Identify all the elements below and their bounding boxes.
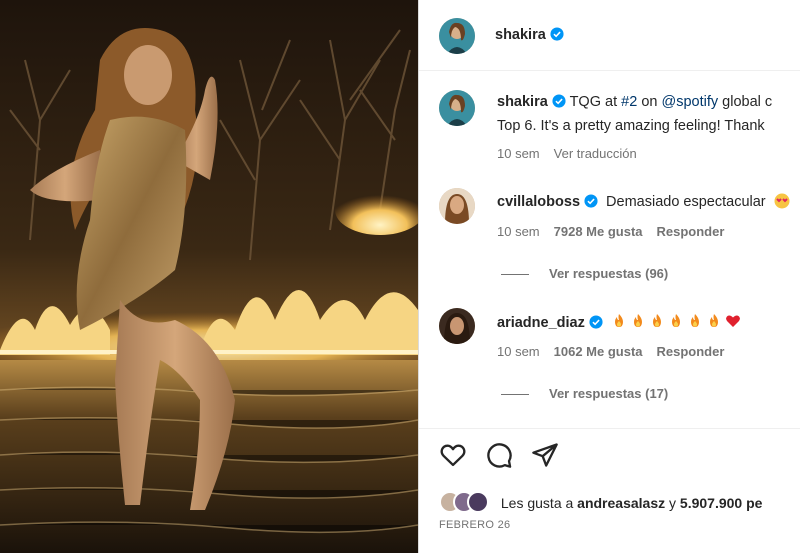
likes-summary: Les gusta a andreasalasz y 5.907.900 pe [439, 491, 762, 513]
caption-line2: Top 6. It's a pretty amazing feeling! Th… [497, 118, 765, 134]
caption-text-c: global c [718, 94, 773, 110]
author-avatar[interactable] [439, 18, 475, 54]
translate-link[interactable]: Ver traducción [554, 146, 637, 161]
comment-username[interactable]: ariadne_diaz [497, 315, 585, 331]
red-heart-emoji-icon [725, 315, 740, 327]
comments-panel: shakira shakira TQG at #2 on @spotify gl… [419, 0, 800, 553]
comment-meta: 10 sem 7928 Me gusta Responder [497, 224, 738, 239]
view-replies-label: Ver respuestas (17) [549, 386, 669, 401]
reply-button[interactable]: Responder [657, 224, 725, 239]
emoji-row [611, 313, 744, 333]
view-replies-label: Ver respuestas (96) [549, 266, 669, 281]
comment-likes[interactable]: 1062 Me gusta [554, 344, 643, 359]
caption-hashtag[interactable]: #2 [621, 94, 637, 110]
fire-emoji-icon [671, 314, 680, 327]
verified-badge-icon [552, 94, 566, 108]
comment-avatar[interactable] [439, 308, 475, 344]
fire-emoji-icon [652, 314, 661, 327]
caption-mention[interactable]: @spotify [661, 94, 718, 110]
post-date[interactable]: FEBRERO 26 [439, 519, 510, 531]
replies-dash [501, 274, 529, 276]
caption-line1: shakira TQG at #2 on @spotify global c [497, 94, 772, 110]
author-username[interactable]: shakira [495, 27, 546, 43]
caption-time[interactable]: 10 sem [497, 146, 540, 161]
post-header: shakira [419, 0, 800, 71]
reply-button[interactable]: Responder [657, 344, 725, 359]
caption-username[interactable]: shakira [497, 94, 548, 110]
likes-prefix: Les gusta a [500, 495, 578, 511]
heart-icon[interactable] [439, 441, 467, 469]
comment-line: ariadne_diaz [497, 313, 744, 333]
view-replies-button[interactable]: Ver respuestas (96) [501, 266, 668, 281]
caption-avatar[interactable] [439, 90, 475, 126]
likes-count[interactable]: 5.907.900 pe [680, 495, 763, 511]
caption-text-a: TQG at [569, 94, 622, 110]
view-replies-button[interactable]: Ver respuestas (17) [501, 386, 668, 401]
verified-badge-icon [550, 27, 564, 41]
likes-user[interactable]: andreasalasz [577, 495, 665, 511]
post-photo[interactable] [0, 0, 418, 553]
comment-text: Demasiado espectacular [606, 194, 766, 210]
comment-time[interactable]: 10 sem [497, 344, 540, 359]
fire-emoji-icon [633, 314, 642, 327]
fire-emoji-icon [690, 314, 699, 327]
verified-badge-icon [589, 315, 603, 329]
fire-emoji-icon [709, 314, 718, 327]
likes-middle: y [665, 495, 680, 511]
post-photo-art [0, 0, 418, 553]
comment-time[interactable]: 10 sem [497, 224, 540, 239]
verified-badge-icon [584, 194, 598, 208]
caption-meta: 10 sem Ver traducción [497, 146, 651, 161]
liker-avatar[interactable] [467, 491, 489, 513]
share-icon[interactable] [531, 441, 559, 469]
comment-likes[interactable]: 7928 Me gusta [554, 224, 643, 239]
fire-emoji-icon [614, 314, 623, 327]
comment-username[interactable]: cvillaloboss [497, 194, 580, 210]
comment-meta: 10 sem 1062 Me gusta Responder [497, 344, 738, 359]
replies-dash [501, 394, 529, 396]
comment-line: cvillaloboss Demasiado espectacular [497, 193, 790, 210]
heart-eyes-emoji-icon [774, 193, 790, 209]
caption-text-b: on [637, 94, 662, 110]
action-bar: Les gusta a andreasalasz y 5.907.900 pe … [419, 428, 800, 553]
comment-avatar[interactable] [439, 188, 475, 224]
comment-icon[interactable] [485, 441, 513, 469]
